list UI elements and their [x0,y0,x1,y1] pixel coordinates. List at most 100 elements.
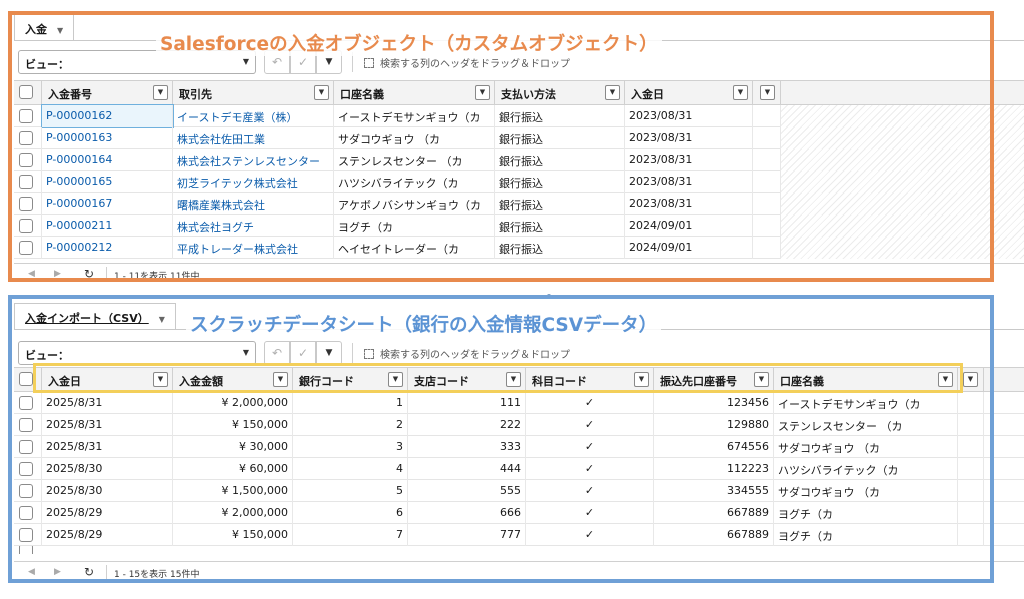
deposit-date-cell[interactable]: 2025/8/30 [42,480,173,502]
deposit-amount-cell[interactable]: ¥ 150,000 [173,414,293,436]
check-icon[interactable]: ✓ [526,414,654,436]
select-all-checkbox[interactable] [19,372,33,386]
view-select[interactable]: ビュー： ▼ [18,341,256,365]
row-checkbox[interactable] [19,396,33,410]
column-header-branch-code[interactable]: 支店コード ▼ [408,368,526,392]
drag-column-hint[interactable]: 検索する列のヘッダをドラッグ＆ドロップ [364,346,570,361]
check-icon[interactable]: ✓ [526,458,654,480]
column-header-subject-code[interactable]: 科目コード ▼ [526,368,654,392]
payment-number-cell[interactable]: P-00000167 [42,193,173,215]
prev-page-icon[interactable]: ◀ [28,269,35,279]
column-header-bank-code[interactable]: 銀行コード ▼ [293,368,408,392]
deposit-amount-cell[interactable]: ¥ 2,000,000 [173,502,293,524]
toolbar-menu-button[interactable]: ▼ [316,341,342,365]
column-menu-icon[interactable]: ▼ [963,372,978,387]
check-icon[interactable]: ✓ [526,480,654,502]
row-checkbox[interactable] [19,153,33,167]
filter-dropdown-icon[interactable]: ▼ [605,85,620,100]
account-number-cell[interactable]: 674556 [654,436,774,458]
row-checkbox[interactable] [19,131,33,145]
branch-code-cell[interactable]: 444 [408,458,526,480]
row-checkbox[interactable] [19,506,33,520]
filter-dropdown-icon[interactable]: ▼ [314,85,329,100]
payment-number-cell[interactable]: P-00000164 [42,149,173,171]
deposit-date-cell[interactable]: 2025/8/31 [42,392,173,414]
undo-button[interactable]: ↶ [264,341,290,365]
row-checkbox[interactable] [19,462,33,476]
chevron-down-icon[interactable]: ▼ [57,26,63,35]
bank-code-cell[interactable]: 7 [293,524,408,546]
row-checkbox[interactable] [19,484,33,498]
filter-dropdown-icon[interactable]: ▼ [938,372,953,387]
payment-number-cell[interactable]: P-00000162 [41,104,174,128]
branch-code-cell[interactable]: 111 [408,392,526,414]
account-number-cell[interactable]: 667889 [654,524,774,546]
filter-dropdown-icon[interactable]: ▼ [388,372,403,387]
bank-code-cell[interactable]: 3 [293,436,408,458]
column-menu-icon[interactable]: ▼ [760,85,775,100]
bank-code-cell[interactable]: 2 [293,414,408,436]
filter-dropdown-icon[interactable]: ▼ [153,85,168,100]
deposit-date-cell[interactable]: 2025/8/29 [42,502,173,524]
select-all-checkbox[interactable] [19,85,33,99]
column-menu-cell[interactable]: ▼ [753,81,781,105]
filter-dropdown-icon[interactable]: ▼ [153,372,168,387]
account-number-cell[interactable]: 667889 [654,502,774,524]
account-cell[interactable]: 株式会社ヨグチ [173,215,334,237]
drag-column-hint[interactable]: 検索する列のヘッダをドラッグ＆ドロップ [364,55,570,70]
branch-code-cell[interactable]: 333 [408,436,526,458]
account-holder-cell[interactable]: ステンレスセンター （カ [774,414,958,436]
next-page-icon[interactable]: ▶ [54,269,61,279]
refresh-icon[interactable]: ↻ [84,267,94,281]
bank-code-cell[interactable]: 5 [293,480,408,502]
deposit-amount-cell[interactable]: ¥ 30,000 [173,436,293,458]
filter-dropdown-icon[interactable]: ▼ [733,85,748,100]
column-header-payment-number[interactable]: 入金番号 ▼ [42,81,173,105]
account-holder-cell[interactable]: イーストデモサンギョウ（カ [774,392,958,414]
filter-dropdown-icon[interactable]: ▼ [475,85,490,100]
deposit-amount-cell[interactable]: ¥ 60,000 [173,458,293,480]
column-header-payment-date[interactable]: 入金日 ▼ [625,81,753,105]
branch-code-cell[interactable]: 555 [408,480,526,502]
payment-number-cell[interactable]: P-00000163 [42,127,173,149]
bank-code-cell[interactable]: 6 [293,502,408,524]
row-checkbox[interactable] [19,197,33,211]
row-checkbox[interactable] [19,109,33,123]
column-header-account-number[interactable]: 振込先口座番号 ▼ [654,368,774,392]
deposit-date-cell[interactable]: 2025/8/30 [42,458,173,480]
branch-code-cell[interactable]: 777 [408,524,526,546]
row-checkbox[interactable] [19,546,33,554]
panel-resize-handle[interactable] [547,294,551,298]
deposit-amount-cell[interactable]: ¥ 150,000 [173,524,293,546]
account-holder-cell[interactable]: ハツシバライテック（カ [774,458,958,480]
account-cell[interactable]: イーストデモ産業（株） [173,105,334,127]
account-cell[interactable]: 初芝ライテック株式会社 [173,171,334,193]
payment-number-cell[interactable]: P-00000165 [42,171,173,193]
row-checkbox[interactable] [19,528,33,542]
account-number-cell[interactable]: 123456 [654,392,774,414]
account-cell[interactable]: 曙橋産業株式会社 [173,193,334,215]
deposit-date-cell[interactable]: 2025/8/31 [42,414,173,436]
filter-dropdown-icon[interactable]: ▼ [273,372,288,387]
row-checkbox[interactable] [19,175,33,189]
filter-dropdown-icon[interactable]: ▼ [506,372,521,387]
tab-csv-import[interactable]: 入金インポート（CSV） ▼ [14,303,176,329]
filter-dropdown-icon[interactable]: ▼ [634,372,649,387]
chevron-down-icon[interactable]: ▼ [159,315,165,324]
bank-code-cell[interactable]: 1 [293,392,408,414]
check-icon[interactable]: ✓ [526,524,654,546]
check-icon[interactable]: ✓ [526,436,654,458]
column-header-account-holder[interactable]: 口座名義 ▼ [774,368,958,392]
column-header-deposit-amount[interactable]: 入金金額 ▼ [173,368,293,392]
deposit-amount-cell[interactable]: ¥ 2,000,000 [173,392,293,414]
row-checkbox[interactable] [19,418,33,432]
payment-number-cell[interactable]: P-00000212 [42,237,173,259]
row-checkbox[interactable] [19,440,33,454]
check-icon[interactable]: ✓ [526,502,654,524]
account-holder-cell[interactable]: サダコウギョウ （カ [774,436,958,458]
deposit-date-cell[interactable]: 2025/8/31 [42,436,173,458]
row-checkbox[interactable] [19,219,33,233]
refresh-icon[interactable]: ↻ [84,565,94,579]
filter-dropdown-icon[interactable]: ▼ [754,372,769,387]
row-checkbox[interactable] [19,241,33,255]
